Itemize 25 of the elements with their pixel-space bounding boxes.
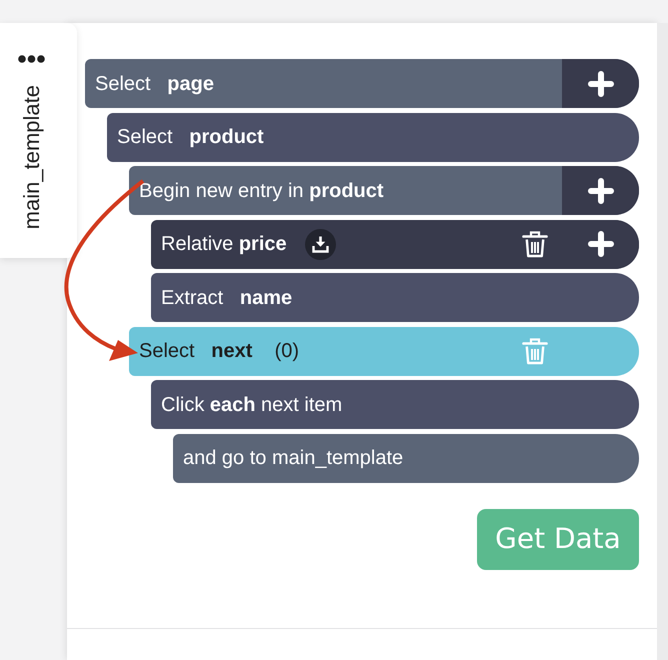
template-name[interactable]: main_template [21,85,43,230]
step-row[interactable]: Click each next item [151,380,639,429]
plus-icon [588,231,614,257]
step-row[interactable]: Select next (0) [129,326,639,376]
step-label: Relative price [161,232,287,256]
step-label: and go to main_template [183,446,404,470]
trash-icon[interactable] [522,230,548,258]
more-icon[interactable] [18,55,45,63]
plus-icon [588,70,614,96]
step-row[interactable]: Extract name [151,273,639,322]
step-label: Extract name [161,286,292,310]
step-label: Select next (0) [139,339,300,363]
step-label: Select page [95,72,214,96]
plus-icon [588,178,614,204]
step-row[interactable]: Select page [85,59,639,108]
step-row[interactable]: Begin new entry in product [129,166,639,215]
add-button[interactable] [562,166,639,215]
step-row[interactable]: Relative price [151,220,639,268]
step-label: Select product [117,125,264,149]
step-row[interactable]: and go to main_template [173,434,639,482]
download-icon[interactable] [304,228,336,260]
add-button[interactable] [562,59,639,108]
step-row[interactable]: Select product [107,112,639,162]
step-label: Click each next item [161,392,342,416]
step-label: Begin new entry in product [139,178,384,202]
